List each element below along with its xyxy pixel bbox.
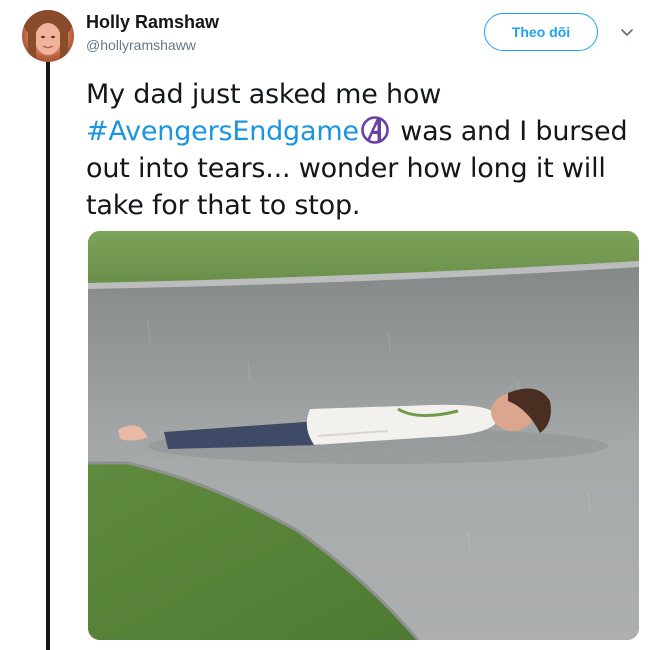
chevron-down-icon[interactable]: [618, 24, 636, 42]
author-handle[interactable]: @hollyramshaww: [86, 37, 196, 53]
tweet-text-before: My dad just asked me how: [86, 79, 442, 110]
thread-connector-line: [46, 62, 50, 650]
hashtag-link[interactable]: #AvengersEndgame: [86, 116, 359, 147]
tweet-text: My dad just asked me how #AvengersEndgam…: [86, 76, 641, 224]
author-name[interactable]: Holly Ramshaw: [86, 12, 219, 33]
avengers-logo-icon: [360, 115, 390, 145]
tweet-photo[interactable]: [88, 231, 639, 640]
avatar[interactable]: [22, 10, 74, 62]
follow-button[interactable]: Theo dõi: [484, 13, 598, 51]
